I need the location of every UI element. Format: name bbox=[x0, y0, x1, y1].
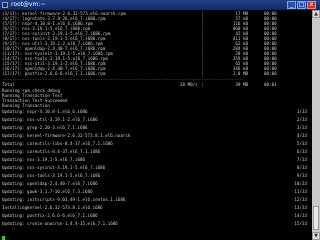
update-package: : nspr-4.10.8-1.el6_6.i686 bbox=[22, 109, 88, 114]
update-progress: 6/33 bbox=[296, 149, 307, 154]
update-action: Updating bbox=[2, 189, 23, 194]
update-progress: 4/33 bbox=[296, 133, 307, 138]
update-action: Updating bbox=[2, 133, 23, 138]
download-item: (17/17): postfix-2.6.6-6.el6_7.1.i686.rp… bbox=[2, 71, 106, 76]
scrollbar-thumb[interactable] bbox=[313, 206, 319, 230]
terminal-icon bbox=[2, 2, 8, 8]
update-action: Updating bbox=[2, 141, 23, 146]
scroll-down-arrow-icon[interactable]: ▼ bbox=[312, 232, 320, 240]
update-action: Updating bbox=[2, 157, 23, 162]
update-action: Updating bbox=[2, 197, 23, 202]
update-progress: 1/33 bbox=[296, 109, 307, 114]
download-time: 00:00 bbox=[264, 71, 277, 76]
update-package: : nss-tools-3.19.1-5.el6_7.i686 bbox=[22, 173, 101, 178]
update-package: : coreutils-8.4-37.el6_7.1.i686 bbox=[22, 149, 101, 154]
update-progress: 9/33 bbox=[296, 173, 307, 178]
terminal-output[interactable]: (3/17): kernel-firmware-2.6.32-573.el6.n… bbox=[0, 10, 312, 240]
update-action: Updating bbox=[2, 149, 23, 154]
update-progress: 14/33 bbox=[294, 213, 307, 218]
update-action: Updating bbox=[2, 117, 23, 122]
update-package: : nss-sysinit-3.19.1-5.el6_7.i686 bbox=[22, 165, 106, 170]
update-progress: 5/33 bbox=[296, 141, 307, 146]
update-action: Updating bbox=[2, 109, 23, 114]
update-package: : nss-util-3.19.1-2.el6_7.i686 bbox=[22, 117, 98, 122]
minimize-button[interactable]: _ bbox=[287, 1, 296, 9]
update-package: : grep-2.20-3.el6_7.1.i686 bbox=[22, 125, 88, 130]
update-package: : cronie-anacron-1.4.4-15.el6_7.1.i686 bbox=[22, 221, 118, 226]
update-progress: 15/33 bbox=[294, 221, 307, 226]
window-title: root@vm:~ bbox=[11, 1, 46, 8]
update-package: : gawk-3.1.7-10.el6_7.3.i686 bbox=[22, 189, 93, 194]
terminal-cursor bbox=[2, 236, 5, 240]
update-progress: 12/33 bbox=[294, 197, 307, 202]
total-size: 39 MB bbox=[235, 82, 248, 87]
update-package: : openldap-2.4.40-7.el6_7.i686 bbox=[22, 181, 98, 186]
maximize-button[interactable]: □ bbox=[297, 1, 306, 9]
update-action: Updating bbox=[2, 213, 23, 218]
column-separator: | bbox=[201, 71, 204, 76]
update-action: Updating bbox=[2, 181, 23, 186]
update-package: : kernel-firmware-2.6.32-573.8.1.el6.noa… bbox=[22, 133, 131, 138]
status-line: Running Transaction bbox=[2, 103, 50, 108]
update-action: Updating bbox=[2, 173, 23, 178]
update-package: : initscripts-9.03.49-1.el6.centos.1.i68… bbox=[22, 197, 126, 202]
update-progress: 7/33 bbox=[296, 157, 307, 162]
divider-line: ----------------------------------------… bbox=[2, 77, 245, 82]
total-speed: 20 MB/s bbox=[180, 82, 198, 87]
update-progress: 2/33 bbox=[296, 117, 307, 122]
update-progress: 8/33 bbox=[296, 165, 307, 170]
update-progress: 10/33 bbox=[294, 181, 307, 186]
update-action: Updating bbox=[2, 221, 23, 226]
window-titlebar[interactable]: root@vm:~ _ □ x bbox=[0, 0, 320, 10]
close-button[interactable]: x bbox=[307, 1, 316, 9]
vertical-scrollbar[interactable]: ▲ ▼ bbox=[312, 10, 320, 240]
update-progress: 3/33 bbox=[296, 125, 307, 130]
update-package: : nss-3.19.1-5.el6_7.i686 bbox=[22, 157, 86, 162]
column-separator: | bbox=[201, 82, 204, 87]
update-action: Updating bbox=[2, 125, 23, 130]
total-label: Total bbox=[2, 82, 15, 87]
download-size: 2.0 MB bbox=[232, 71, 248, 76]
update-progress: 13/33 bbox=[294, 205, 307, 210]
update-progress: 11/33 bbox=[294, 189, 307, 194]
update-package: : kernel-2.6.32-573.8.1.el6.i686 bbox=[22, 205, 103, 210]
total-time: 00:01 bbox=[264, 82, 277, 87]
update-package: : coreutils-libs-8.4-37.el6_7.1.i686 bbox=[22, 141, 113, 146]
scroll-up-arrow-icon[interactable]: ▲ bbox=[312, 10, 320, 18]
update-action: Updating bbox=[2, 165, 23, 170]
update-package: : postfix-2.6.6-6.el6_7.1.i686 bbox=[22, 213, 98, 218]
